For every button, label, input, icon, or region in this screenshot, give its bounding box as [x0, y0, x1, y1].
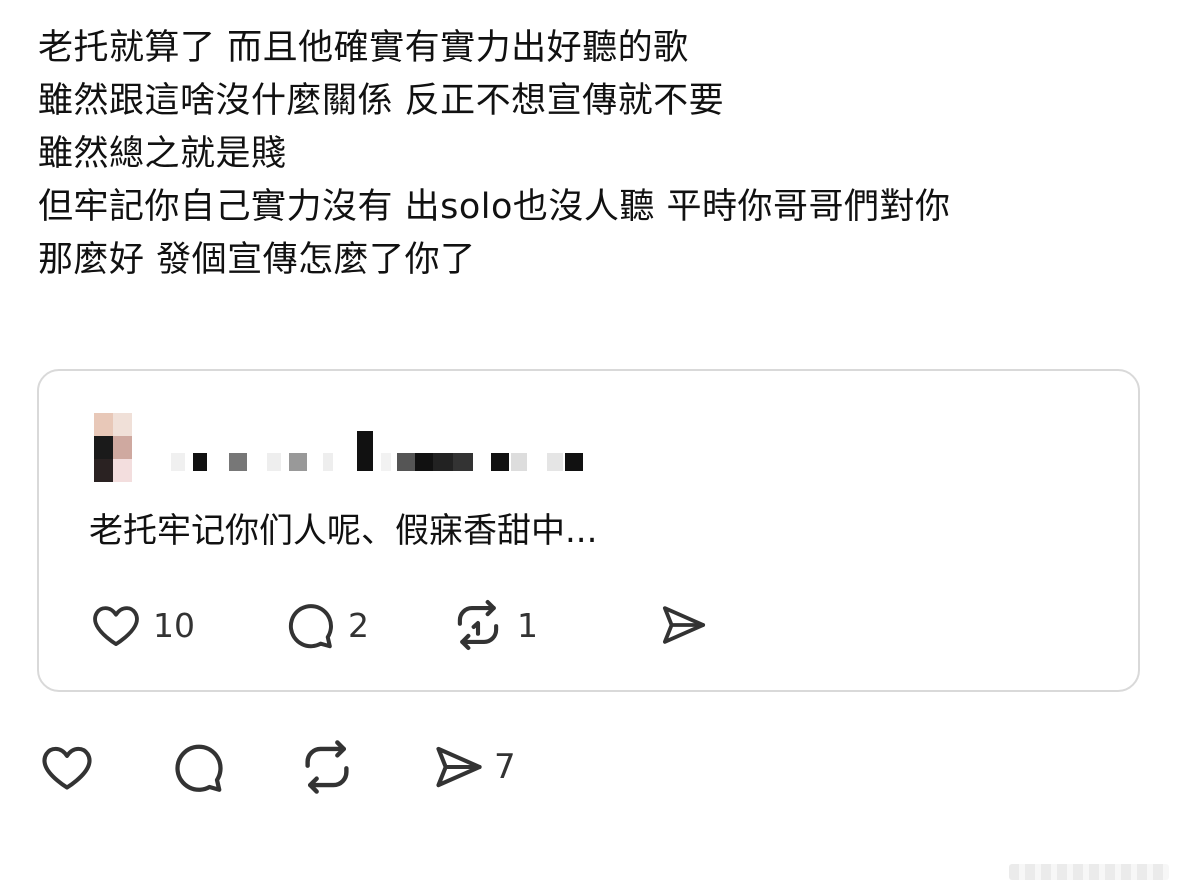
watermark — [1009, 864, 1169, 880]
quoted-post-actions: 10 2 1 — [89, 595, 709, 655]
comment-bubble-icon — [282, 597, 338, 653]
post-text-line: 雖然跟這啥沒什麼關係 反正不想宣傳就不要 — [38, 81, 725, 121]
send-icon — [657, 598, 711, 652]
like-count: 10 — [153, 605, 195, 645]
repost-icon — [296, 736, 358, 798]
reply-button[interactable] — [168, 735, 228, 799]
heart-icon — [38, 738, 96, 796]
like-button[interactable]: 10 — [89, 595, 195, 655]
repost-count: 1 — [517, 605, 538, 645]
like-button[interactable] — [38, 735, 96, 799]
post-text-line: 那麼好 發個宣傳怎麼了你了 — [38, 240, 476, 280]
repost-button[interactable]: 1 — [449, 595, 538, 655]
post-text-line: 雖然總之就是賤 — [38, 134, 287, 174]
share-button[interactable] — [657, 595, 711, 655]
post-text-line: 但牢記你自己實力沒有 出solo也沒人聽 平時你哥哥們對你 — [38, 187, 951, 227]
heart-icon — [89, 598, 143, 652]
post-text: 老托就算了 而且他確實有實力出好聽的歌 雖然跟這啥沒什麼關係 反正不想宣傳就不要… — [38, 22, 951, 287]
avatar[interactable] — [94, 413, 150, 483]
username-redacted[interactable] — [171, 431, 583, 473]
reply-button[interactable]: 2 — [282, 595, 369, 655]
post-text-line: 老托就算了 而且他確實有實力出好聽的歌 — [38, 28, 689, 68]
comment-bubble-icon — [168, 737, 228, 797]
quoted-post-card[interactable]: 老托牢记你们人呢、假寐香甜中... 10 2 1 — [37, 369, 1140, 692]
share-count: 7 — [494, 747, 516, 787]
share-button[interactable]: 7 — [430, 735, 516, 799]
post-actions: 7 — [38, 735, 558, 799]
repost-icon — [449, 596, 507, 654]
send-icon — [430, 738, 488, 796]
quoted-post-text: 老托牢记你们人呢、假寐香甜中... — [89, 511, 598, 551]
reply-count: 2 — [348, 605, 369, 645]
repost-button[interactable] — [296, 735, 358, 799]
